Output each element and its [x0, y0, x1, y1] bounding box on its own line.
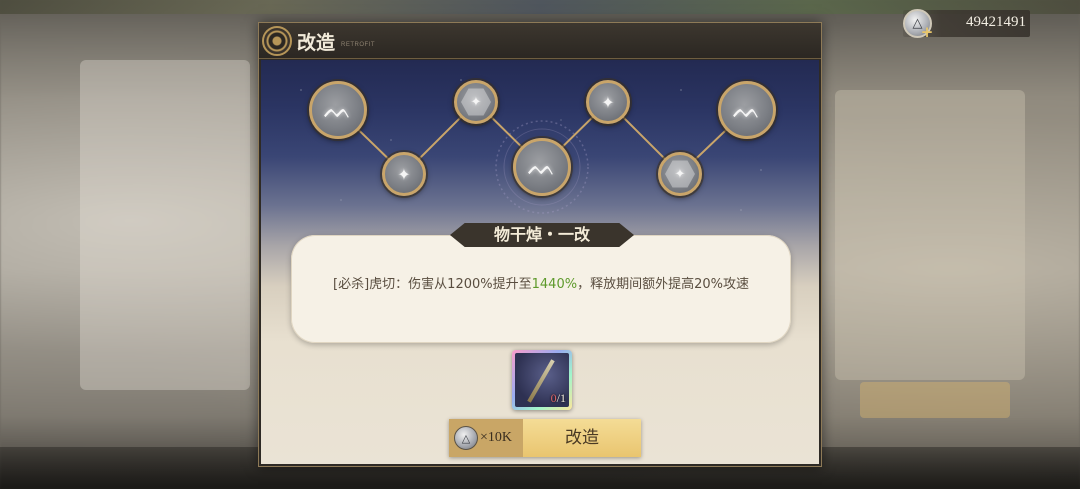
currency-display: △ + 49421491 [903, 9, 1030, 40]
swirl-icon: ✦ [397, 164, 411, 184]
background-panel-right [835, 90, 1025, 380]
sword-material-icon: 0/1 [515, 353, 569, 407]
description-part1: [必杀]虎切：伤害从1200%提升至 [333, 277, 532, 292]
stat-node[interactable]: ✦ [658, 152, 702, 196]
material-required: /1 [556, 391, 566, 405]
upgrade-description-card: [必杀]虎切：伤害从1200%提升至1440%，释放期间额外提高20%攻速 [291, 235, 791, 343]
skill-upgrade-node[interactable]: ᨓ [309, 81, 367, 139]
flame-claw-icon: ᨓ [527, 153, 557, 181]
cost-display: △ ×10K [449, 419, 523, 457]
description-part2: ，释放期间额外提高20%攻速 [577, 277, 749, 292]
upgrade-description: [必杀]虎切：伤害从1200%提升至1440%，释放期间额外提高20%攻速 [331, 276, 751, 294]
dialog-subtitle: RETROFIT [341, 42, 375, 48]
swirl-icon: ✦ [601, 92, 615, 112]
skill-upgrade-node-selected[interactable]: ᨓ [513, 138, 571, 196]
retrofit-button-label[interactable]: 改造 [523, 419, 641, 457]
hexagon-star-icon: ✦ [461, 88, 491, 116]
speed-node[interactable]: ✦ [382, 152, 426, 196]
dialog-content: ᨓ ✦ ✦ ᨓ ✦ ✦ ᨓ 物干焯・一改 [必杀]虎切：伤害从1200%提升至1… [261, 60, 819, 464]
upgrade-name: 物干焯・一改 [450, 223, 634, 247]
stat-node[interactable]: ✦ [454, 80, 498, 124]
flame-claw-icon: ᨓ [323, 96, 353, 124]
background-panel-left [80, 60, 250, 390]
speed-node[interactable]: ✦ [586, 80, 630, 124]
background-button [860, 382, 1010, 418]
silver-coin-icon: △ [454, 426, 478, 450]
skill-upgrade-node[interactable]: ᨓ [718, 81, 776, 139]
material-count: 0/1 [551, 391, 566, 406]
flame-claw-icon: ᨓ [732, 96, 762, 124]
cost-amount: ×10K [480, 430, 513, 445]
plus-icon[interactable]: + [920, 25, 934, 40]
dialog-title-bar: 改造 RETROFIT [259, 23, 821, 59]
dialog-title: 改造 [297, 32, 336, 54]
retrofit-dialog: 改造 RETROFIT ᨓ ✦ ✦ ᨓ ✦ ✦ ᨓ 物干焯・一改 [必杀]虎切：… [258, 22, 822, 467]
description-highlight: 1440% [531, 277, 578, 292]
retrofit-button[interactable]: △ ×10K 改造 [449, 419, 641, 457]
retrofit-emblem-icon [262, 26, 292, 56]
hexagon-star-icon: ✦ [665, 160, 695, 188]
material-slot[interactable]: 0/1 [512, 350, 572, 410]
currency-amount: 49421491 [966, 14, 1026, 30]
